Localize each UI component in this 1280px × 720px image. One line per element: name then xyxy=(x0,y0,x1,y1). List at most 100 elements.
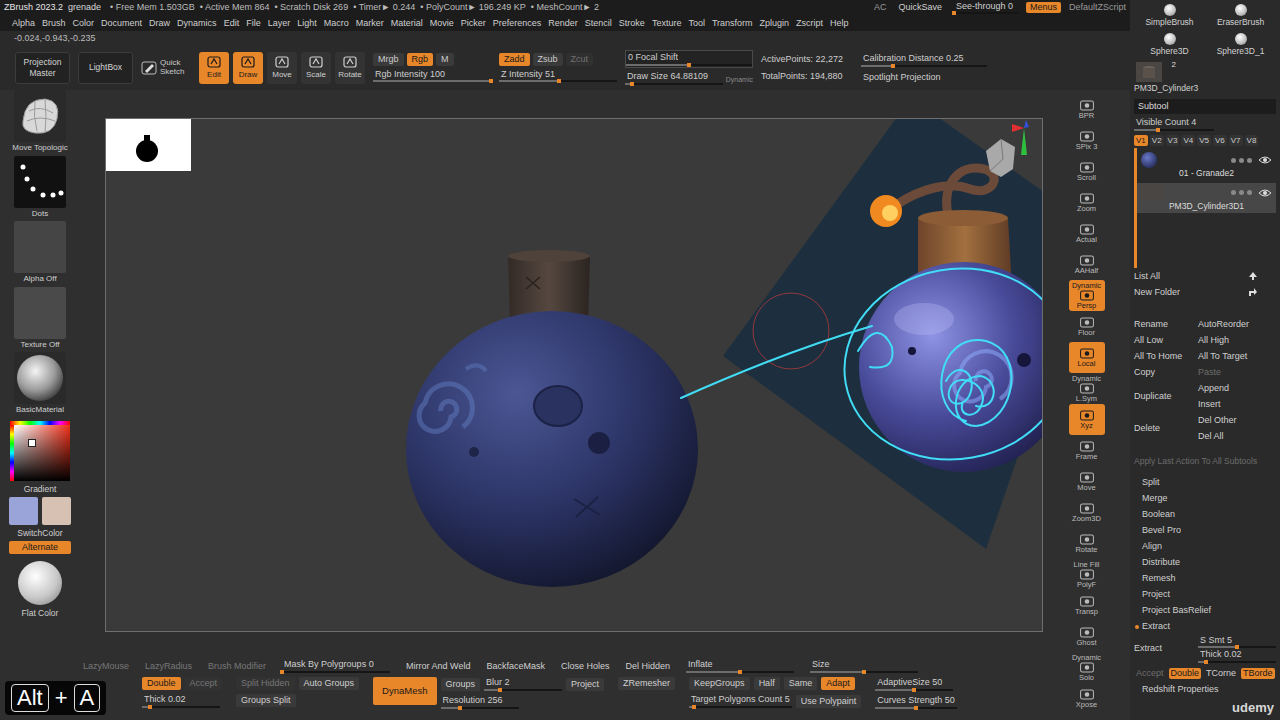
color-field[interactable] xyxy=(10,425,70,481)
eye-icon[interactable] xyxy=(1258,156,1272,164)
view-button[interactable]: Floor xyxy=(1069,311,1105,342)
extract-button[interactable]: Extract xyxy=(1134,643,1192,654)
tray-button[interactable]: Same xyxy=(784,677,818,690)
version-tab[interactable]: V6 xyxy=(1213,135,1227,147)
title-button[interactable]: QuickSave xyxy=(894,2,946,13)
channel-toggle[interactable]: Rgb xyxy=(407,53,434,66)
tray-button[interactable]: Split Hidden xyxy=(236,677,295,690)
slider-track[interactable] xyxy=(625,83,723,85)
slider-track[interactable] xyxy=(484,689,562,691)
view-button[interactable]: BPR xyxy=(1069,94,1105,125)
tray-slider[interactable]: Inflate xyxy=(686,659,794,673)
view-button[interactable]: Frame xyxy=(1069,435,1105,466)
menu-item[interactable]: Transform xyxy=(712,18,753,29)
shelf-slot[interactable]: Alpha Off xyxy=(1,221,79,284)
menu-item[interactable]: Render xyxy=(548,18,578,29)
shelf-slot[interactable]: Dots xyxy=(1,156,79,219)
subpalette-header[interactable]: Remesh xyxy=(1134,571,1276,587)
version-tab[interactable]: V8 xyxy=(1245,135,1259,147)
menu-item[interactable]: Stroke xyxy=(619,18,645,29)
tray-button[interactable]: Project xyxy=(566,678,604,691)
version-tab[interactable]: V5 xyxy=(1197,135,1211,147)
tray-button[interactable]: Adapt xyxy=(821,677,855,690)
tray-slider[interactable]: Blur 2 xyxy=(484,677,562,691)
subpalette-header[interactable]: Distribute xyxy=(1134,555,1276,571)
menu-item[interactable]: Edit xyxy=(224,18,240,29)
tool-item[interactable]: Sphere3D xyxy=(1134,33,1205,59)
menu-item[interactable]: Alpha xyxy=(12,18,35,29)
tool-item[interactable]: SimpleBrush xyxy=(1134,4,1205,30)
view-button[interactable]: Line FillPolyF xyxy=(1069,559,1105,590)
tool-item[interactable]: EraserBrush xyxy=(1205,4,1276,30)
extract-toggle[interactable]: Accept xyxy=(1134,668,1166,679)
menu-item[interactable]: Layer xyxy=(268,18,291,29)
menu-item[interactable]: Marker xyxy=(356,18,384,29)
view-button[interactable]: SPix 3 xyxy=(1069,125,1105,156)
apply-all-button[interactable]: Apply Last Action To All Subtools xyxy=(1134,456,1276,466)
tray-slider[interactable]: Target Polygons Count 5 xyxy=(689,694,792,708)
view-button[interactable]: Scroll xyxy=(1069,156,1105,187)
view-button[interactable]: DynamicL.Sym xyxy=(1069,373,1105,404)
visible-count-slider[interactable]: Visible Count 4 xyxy=(1134,117,1214,131)
subpalette-header[interactable]: Align xyxy=(1134,539,1276,555)
version-tab[interactable]: V7 xyxy=(1229,135,1243,147)
subtool-header[interactable]: Subtool xyxy=(1134,99,1276,114)
subtool-options-icon[interactable] xyxy=(1231,158,1252,163)
alternate-button[interactable]: Alternate xyxy=(9,541,71,554)
slider-track[interactable] xyxy=(499,80,617,82)
view-button[interactable]: Zoom3D xyxy=(1069,497,1105,528)
head-orientation-icon[interactable] xyxy=(986,139,1015,177)
color-picker[interactable] xyxy=(10,421,70,481)
slider-track[interactable] xyxy=(810,671,918,673)
version-tab[interactable]: V3 xyxy=(1166,135,1180,147)
spotlight-button[interactable]: Spotlight Projection xyxy=(861,72,987,83)
intensity-slider[interactable]: Rgb Intensity 100 xyxy=(373,69,491,83)
menu-item[interactable]: Help xyxy=(830,18,849,29)
tray-button[interactable]: Half xyxy=(754,677,780,690)
tray-slider[interactable]: Size xyxy=(810,659,918,673)
tray-slider[interactable]: Resolution 256 xyxy=(441,695,519,709)
scene[interactable] xyxy=(106,119,1042,631)
action-button[interactable]: Delete xyxy=(1134,420,1198,436)
menu-item[interactable]: File xyxy=(246,18,261,29)
tray-button[interactable]: Mirror And Weld xyxy=(406,661,470,672)
view-button[interactable]: Zoom xyxy=(1069,187,1105,218)
shelf-slot[interactable]: Move Topologic xyxy=(1,90,79,153)
tray-button[interactable]: KeepGroups xyxy=(689,677,750,690)
action-button[interactable]: Duplicate xyxy=(1134,388,1198,404)
menu-item[interactable]: Brush xyxy=(42,18,66,29)
focal-shift-slider[interactable]: 0 Focal Shift xyxy=(625,50,753,68)
version-tab[interactable]: V4 xyxy=(1181,135,1195,147)
view-button[interactable]: Actual xyxy=(1069,218,1105,249)
tray-slider[interactable]: AdaptiveSize 50 xyxy=(875,677,953,691)
action-button[interactable]: All High xyxy=(1198,332,1276,348)
dynamesh-button[interactable]: DynaMesh xyxy=(373,677,436,705)
tray-button[interactable]: Groups xyxy=(441,678,481,691)
intensity-slider[interactable]: Z Intensity 51 xyxy=(499,69,617,83)
slider-track[interactable] xyxy=(142,706,220,708)
menu-item[interactable]: Zscript xyxy=(796,18,823,29)
channel-toggle[interactable]: Zadd xyxy=(499,53,530,66)
mode-button[interactable]: Draw xyxy=(233,52,263,84)
mode-button[interactable]: Scale xyxy=(301,52,331,84)
tray-button[interactable]: Accept xyxy=(185,677,223,690)
view-button[interactable]: Local xyxy=(1069,342,1105,373)
version-tab[interactable]: V2 xyxy=(1150,135,1164,147)
channel-toggle[interactable]: M xyxy=(436,53,454,66)
menu-item[interactable]: Draw xyxy=(149,18,170,29)
version-tab[interactable]: V1 xyxy=(1134,135,1148,147)
slider-track[interactable] xyxy=(689,706,792,708)
flat-color-sphere-icon[interactable] xyxy=(18,561,62,605)
launcher-button[interactable]: Projection Master xyxy=(15,52,70,84)
view-button[interactable]: Ghost xyxy=(1069,621,1105,652)
draw-size-slider[interactable]: Draw Size 64.88109 xyxy=(625,71,723,85)
menu-item[interactable]: Zplugin xyxy=(760,18,790,29)
menu-item[interactable]: Color xyxy=(73,18,95,29)
tray-slider[interactable]: Curves Strength 50 xyxy=(875,695,957,709)
menu-item[interactable]: Texture xyxy=(652,18,682,29)
slider-track[interactable] xyxy=(686,671,794,673)
extract-toggle[interactable]: TBorde xyxy=(1241,668,1275,679)
tray-button[interactable]: Double xyxy=(142,677,181,690)
view-button[interactable]: Rotate xyxy=(1069,528,1105,559)
tray-button[interactable]: Del Hidden xyxy=(626,661,671,672)
